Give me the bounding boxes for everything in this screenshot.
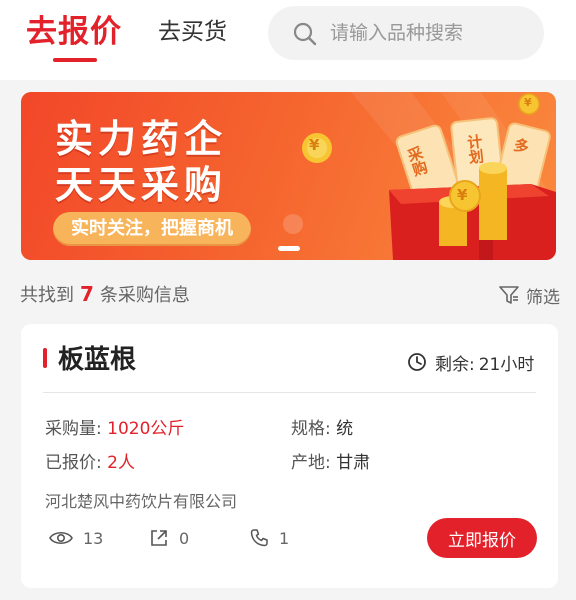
purchase-card[interactable]: 板蓝根 剩余: 21小时 采购量: 1020公斤 规格: 统 已报价: 2人 产…: [21, 324, 558, 588]
filter-button[interactable]: 筛选: [498, 283, 560, 308]
quoted-field: 已报价: 2人: [45, 448, 135, 473]
product-title: 板蓝根: [58, 345, 137, 375]
phone-icon: [250, 529, 268, 547]
calls-stat[interactable]: 1: [249, 526, 289, 550]
spec-label: 规格:: [291, 419, 331, 439]
search-icon: [293, 22, 317, 46]
quoted-value: 2人: [107, 453, 135, 473]
remaining-value: 21小时: [478, 354, 535, 375]
tab-buy[interactable]: 去买货: [158, 12, 227, 46]
spec-value: 统: [336, 419, 354, 439]
views-stat: 13: [49, 526, 103, 550]
result-suffix: 条采购信息: [99, 285, 190, 306]
shares-count: 0: [179, 528, 190, 548]
filter-label: 筛选: [526, 287, 560, 308]
carousel-indicator[interactable]: [278, 246, 300, 251]
coin-stack-2: [479, 162, 507, 240]
clock-icon: [408, 353, 426, 371]
coin-symbol-2: ¥: [457, 186, 468, 204]
search-input[interactable]: [330, 6, 530, 60]
remaining-time: 剩余: 21小时: [407, 350, 535, 375]
share-icon: [151, 530, 167, 546]
eye-icon: [49, 531, 73, 545]
coin-symbol-3: ¥: [524, 96, 532, 109]
promo-banner[interactable]: 实力药企 天天采购 实时关注，把握商机 采购 计划 多 ¥ ¥ ¥: [21, 92, 556, 260]
quoted-label: 已报价:: [45, 453, 102, 473]
spec-field: 规格: 统: [291, 414, 353, 439]
coin-symbol-1: ¥: [309, 136, 320, 154]
title-accent-bar: [43, 348, 47, 368]
company-name: 河北楚风中药饮片有限公司: [45, 492, 238, 511]
tab-active-indicator: [53, 58, 97, 62]
shares-stat[interactable]: 0: [149, 526, 189, 550]
quantity-field: 采购量: 1020公斤: [45, 414, 184, 439]
result-count: 共找到 7 条采购信息: [20, 281, 190, 307]
origin-label: 产地:: [291, 453, 331, 473]
card-divider: [43, 392, 536, 393]
quantity-value: 1020公斤: [107, 419, 185, 439]
quote-now-button[interactable]: 立即报价: [427, 518, 537, 558]
result-prefix: 共找到: [20, 285, 74, 306]
banner-headline-2: 天天采购: [55, 163, 228, 207]
views-count: 13: [83, 528, 104, 548]
ticket-label-2: 计划: [464, 133, 486, 165]
search-bar[interactable]: [268, 6, 544, 60]
top-header: 去报价 去买货: [0, 0, 576, 80]
origin-value: 甘肃: [336, 453, 371, 473]
remaining-label: 剩余:: [435, 354, 475, 375]
filter-icon: [499, 286, 519, 304]
result-number: 7: [80, 282, 94, 306]
quantity-label: 采购量:: [45, 419, 102, 439]
origin-field: 产地: 甘肃: [291, 448, 370, 473]
banner-tagline: 实时关注，把握商机: [53, 212, 251, 246]
calls-count: 1: [279, 528, 290, 548]
tab-quote[interactable]: 去报价: [26, 6, 122, 51]
